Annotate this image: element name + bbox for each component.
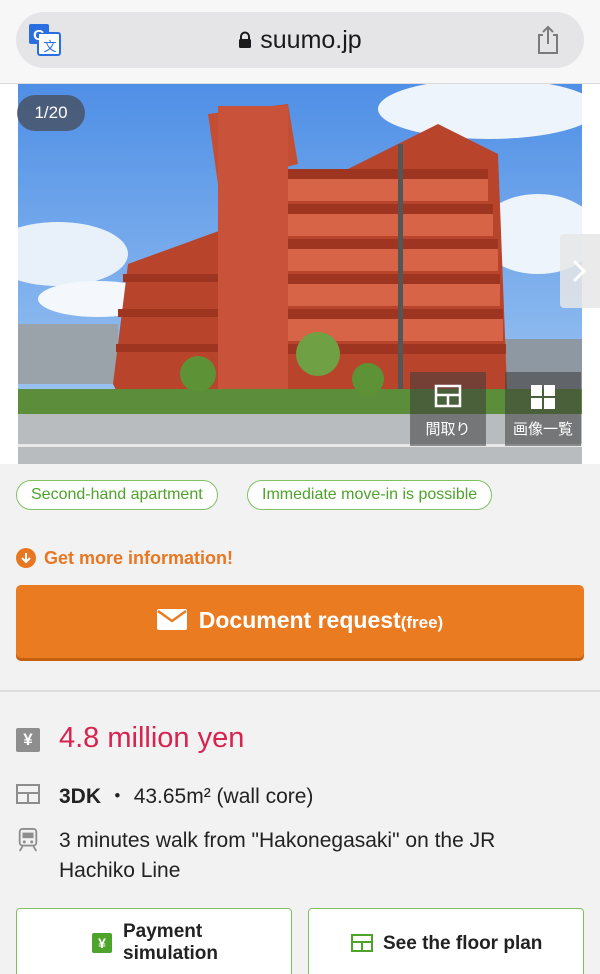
arrow-down-circle-icon <box>16 548 36 568</box>
train-icon <box>18 828 38 852</box>
section-divider <box>0 690 600 692</box>
yen-icon: ¥ <box>92 933 112 953</box>
layout-type: 3DK <box>59 785 102 808</box>
document-request-button[interactable]: Document request(free) <box>16 585 584 658</box>
floor-plan-icon <box>16 784 40 804</box>
browser-toolbar: G 文 suumo.jp <box>0 0 600 84</box>
payment-label-line2: simulation <box>123 943 219 964</box>
tag-immediate-move-in: Immediate move-in is possible <box>247 480 493 510</box>
layout-separator: ・ <box>101 785 134 808</box>
more-info-label: Get more information! <box>44 548 234 568</box>
free-label: (free) <box>400 613 444 632</box>
more-info-heading: Get more information! <box>16 548 233 569</box>
access-text: 3 minutes walk from "Hakonegasaki" on th… <box>59 829 496 882</box>
floor-plan-photo-button[interactable]: 間取り <box>410 372 486 446</box>
payment-label-line1: Payment <box>123 921 203 942</box>
building-photo <box>18 84 582 464</box>
url-text: suumo.jp <box>260 26 362 54</box>
yen-icon: ¥ <box>16 728 40 752</box>
area-value: 43.65m² (wall core) <box>133 785 314 808</box>
next-photo-button[interactable] <box>560 234 600 308</box>
photo-gallery[interactable]: 1/20 間取り 画像一覧 <box>0 84 600 464</box>
floor-plan-icon <box>351 934 373 952</box>
url-display[interactable]: suumo.jp <box>16 26 584 55</box>
share-icon[interactable] <box>534 24 562 56</box>
photo-counter: 1/20 <box>17 95 85 131</box>
chevron-right-icon <box>572 259 587 283</box>
tag-second-hand: Second-hand apartment <box>16 480 218 510</box>
image-list-label: 画像一覧 <box>512 421 573 438</box>
price-value: 4.8 million yen <box>59 722 245 754</box>
grid-icon <box>531 385 555 409</box>
floor-plan-photo-label: 間取り <box>425 421 471 438</box>
see-floor-plan-label: See the floor plan <box>383 933 543 954</box>
envelope-icon <box>156 609 187 630</box>
floor-plan-icon <box>434 384 462 408</box>
address-bar[interactable]: G 文 suumo.jp <box>16 12 584 68</box>
image-list-button[interactable]: 画像一覧 <box>505 372 581 446</box>
payment-simulation-button[interactable]: ¥ Payment simulation <box>16 908 292 974</box>
see-floor-plan-button[interactable]: See the floor plan <box>308 908 584 974</box>
document-request-label: Document request <box>198 607 401 633</box>
lock-icon <box>239 31 252 48</box>
